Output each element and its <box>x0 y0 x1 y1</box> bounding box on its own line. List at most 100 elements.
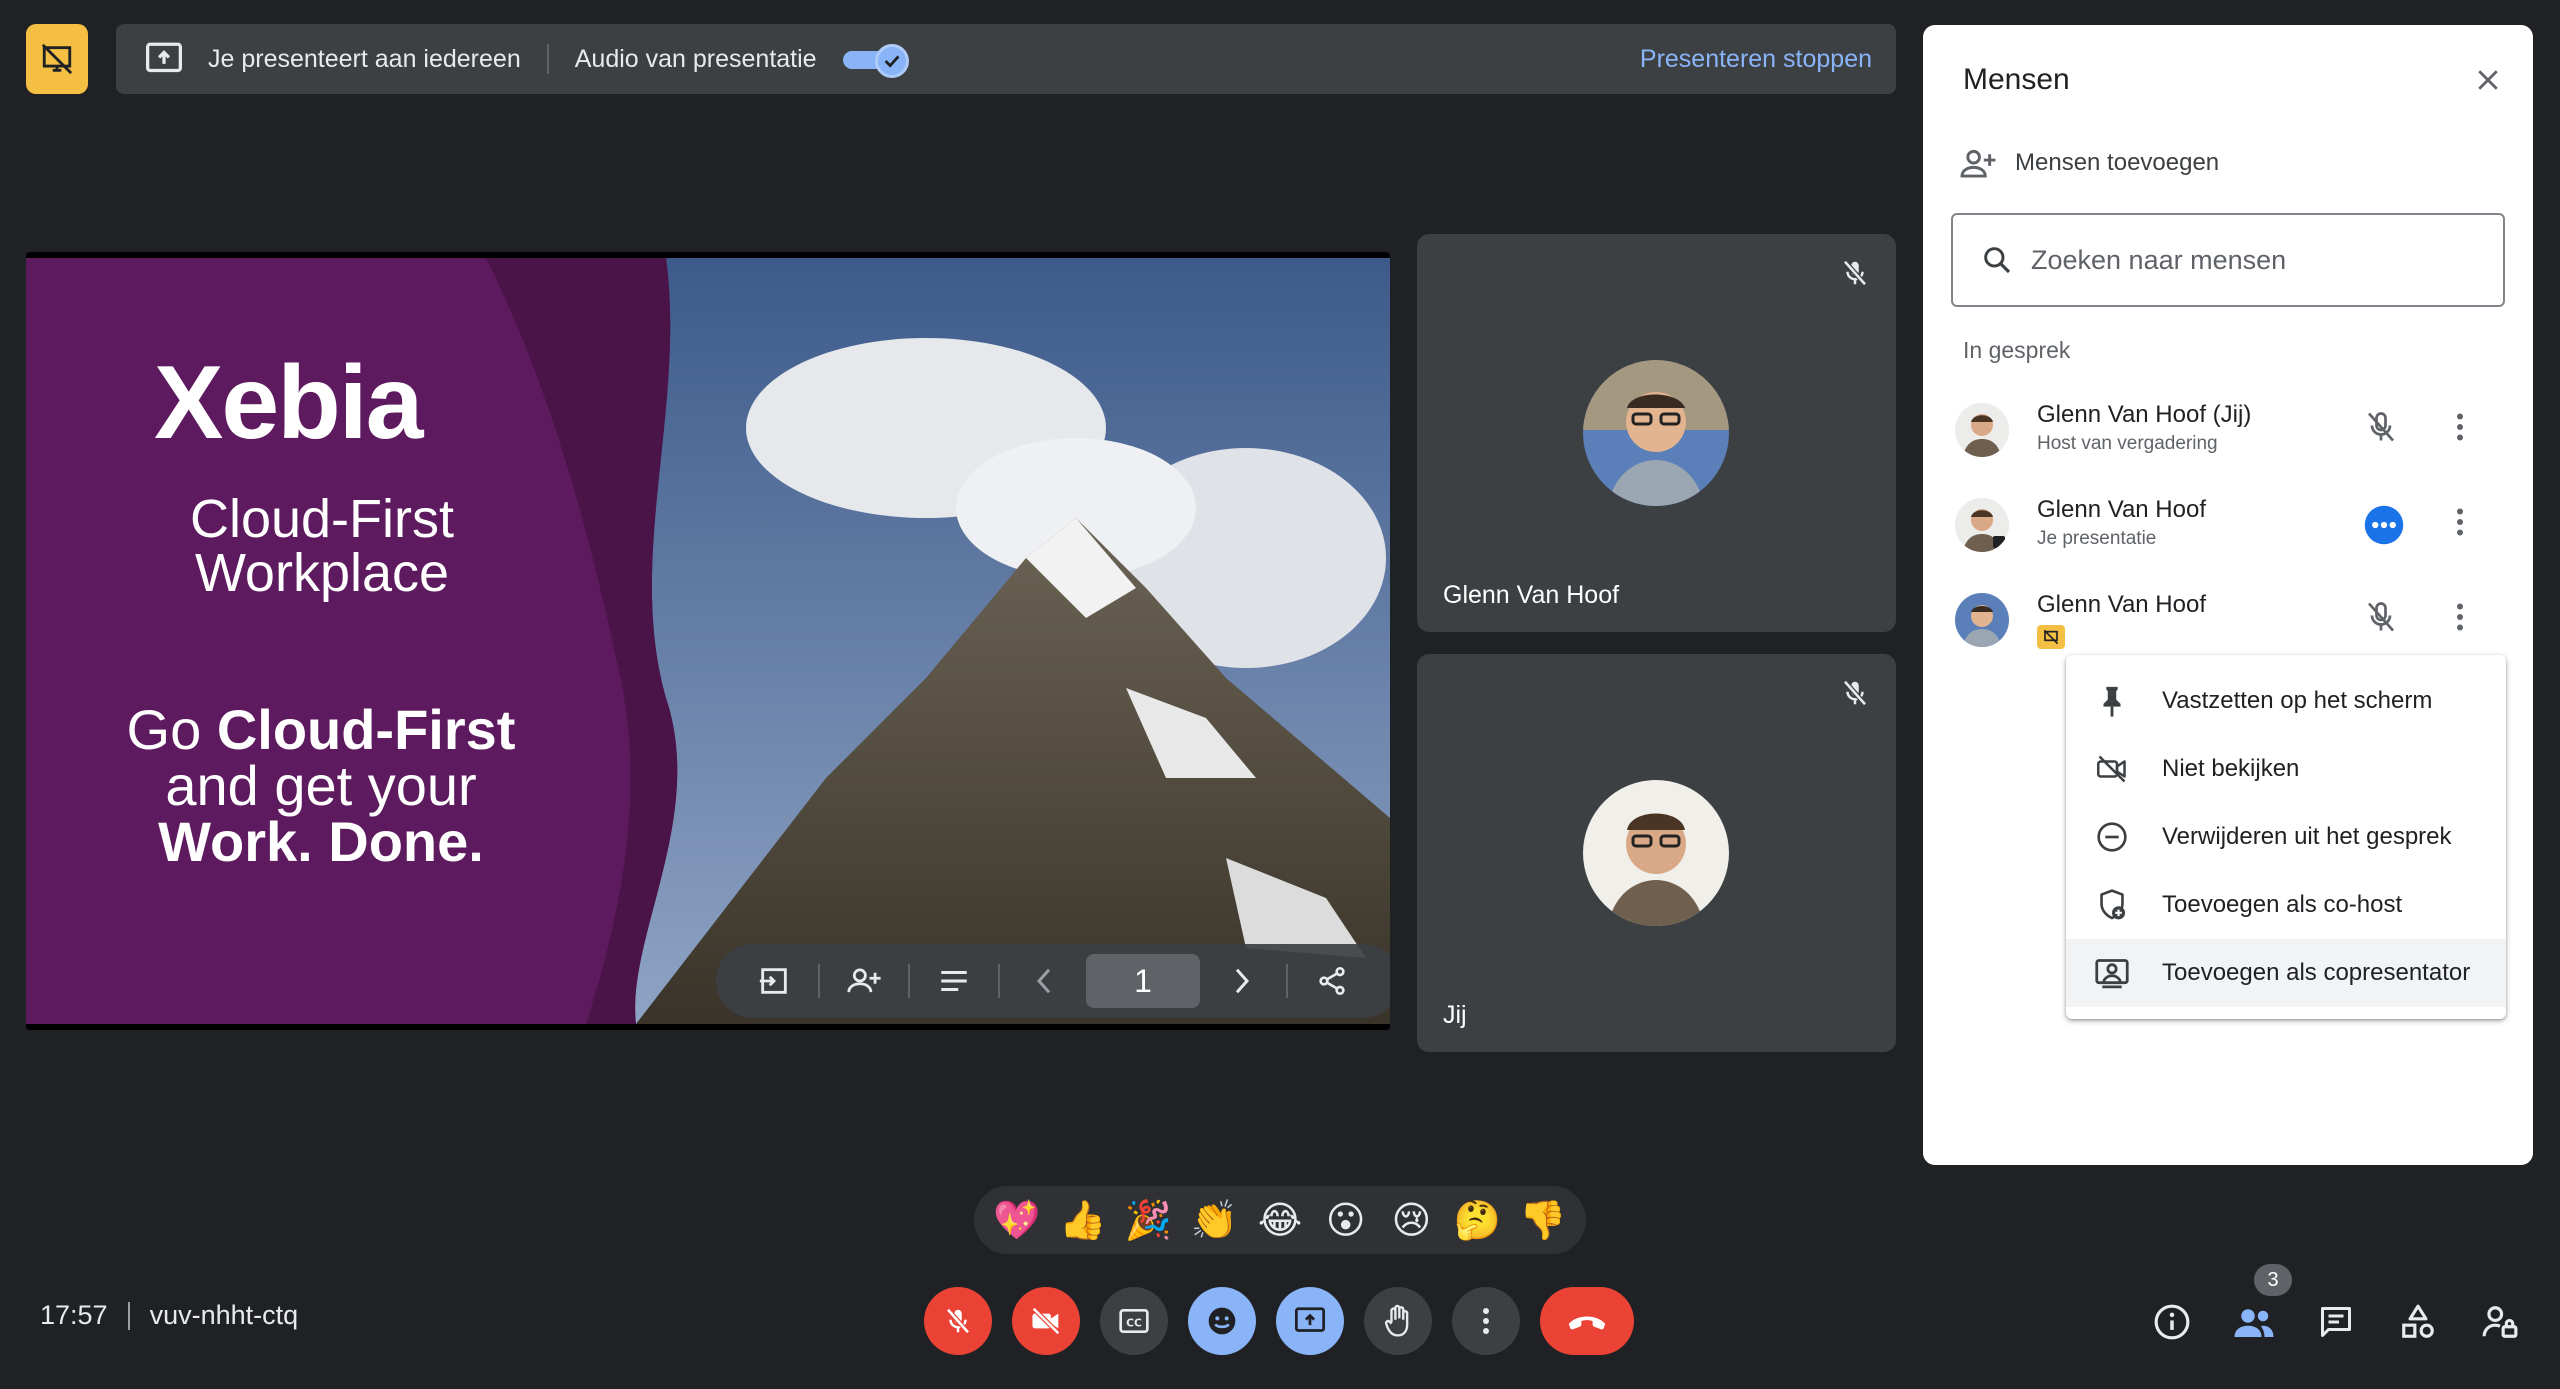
lock-person-icon <box>2482 1306 2518 1338</box>
participant-context-menu: Vastzetten op het scherm Niet bekijken V… <box>2066 655 2506 1019</box>
participant-mute-button[interactable] <box>2363 599 2399 635</box>
leave-call-button[interactable] <box>1540 1287 1634 1355</box>
audio-toggle[interactable] <box>842 44 909 78</box>
next-slide-button[interactable] <box>1206 951 1278 1011</box>
present-now-button[interactable] <box>1276 1287 1344 1355</box>
hang-up-icon <box>1568 1316 1606 1330</box>
check-icon <box>884 55 900 68</box>
shapes-icon <box>2402 1304 2434 1338</box>
avatar <box>1955 403 2009 457</box>
participant-row[interactable]: Glenn Van Hoof Je presentatie <box>1955 490 2515 570</box>
menu-item-remove[interactable]: Verwijderen uit het gesprek <box>2066 803 2506 871</box>
participant-row[interactable]: Glenn Van Hoof (Jij) Host van vergaderin… <box>1955 395 2515 475</box>
exit-slideshow-button[interactable] <box>738 951 810 1011</box>
reaction-thumbs-down[interactable]: 👎 <box>1516 1198 1570 1243</box>
chat-button[interactable] <box>2308 1294 2364 1350</box>
participant-row[interactable]: Glenn Van Hoof <box>1955 585 2515 665</box>
stop-presenting-button[interactable]: Presenteren stoppen <box>1640 45 1872 74</box>
reaction-laughing[interactable]: 😂 <box>1253 1198 1307 1242</box>
tagline-line-1: Go Cloud-First <box>66 702 576 758</box>
avatar-photo <box>1955 498 2009 552</box>
participant-name: Glenn Van Hoof (Jij) <box>2037 401 2252 428</box>
participant-more-button[interactable] <box>2455 599 2465 635</box>
activities-button[interactable] <box>2390 1294 2446 1350</box>
toolbar-divider <box>818 964 820 998</box>
copresenter-icon <box>2092 957 2132 989</box>
participant-mute-button[interactable] <box>2363 409 2399 445</box>
menu-item-label: Toevoegen als copresentator <box>2162 959 2471 986</box>
present-screen-icon <box>1295 1307 1325 1332</box>
tile-name: Jij <box>1443 1001 1467 1029</box>
chat-icon <box>2321 1307 2351 1337</box>
participant-more-button[interactable] <box>2455 504 2465 540</box>
menu-item-add-cohost[interactable]: Toevoegen als co-host <box>2066 871 2506 939</box>
search-people-field[interactable] <box>1951 213 2505 307</box>
speaking-dots-icon <box>2364 505 2404 545</box>
mic-off-icon <box>2367 602 2395 632</box>
toolbar-divider <box>1286 964 1288 998</box>
present-screen-icon <box>146 42 182 73</box>
info-icon <box>2154 1304 2190 1340</box>
reaction-thinking[interactable]: 🤔 <box>1450 1198 1504 1243</box>
reaction-surprised[interactable]: 😮 <box>1319 1198 1373 1242</box>
audio-label: Audio van presentatie <box>574 44 817 73</box>
people-count-badge: 3 <box>2254 1264 2292 1296</box>
share-button[interactable] <box>1296 951 1368 1011</box>
menu-item-pin[interactable]: Vastzetten op het scherm <box>2066 667 2506 735</box>
camera-toggle-button[interactable] <box>1012 1287 1080 1355</box>
avatar <box>1955 498 2009 552</box>
presenting-status-text: Je presenteert aan iedereen <box>208 44 521 73</box>
more-vertical-icon <box>2457 603 2463 631</box>
avatar <box>1583 360 1729 506</box>
presenting-badge <box>26 24 88 94</box>
more-vertical-icon <box>1483 1308 1489 1334</box>
mic-off-icon <box>1843 260 1867 286</box>
menu-item-label: Niet bekijken <box>2162 755 2300 782</box>
pin-icon <box>2092 684 2132 718</box>
participant-name: Glenn Van Hoof <box>2037 591 2206 618</box>
closed-captions-icon: CC <box>1119 1309 1149 1333</box>
menu-item-label: Verwijderen uit het gesprek <box>2162 823 2452 850</box>
search-people-input[interactable] <box>2031 244 2491 276</box>
svg-text:CC: CC <box>1126 1316 1142 1329</box>
reaction-sparkling-heart[interactable]: 💖 <box>990 1198 1044 1243</box>
toolbar-divider <box>998 964 1000 998</box>
speaker-notes-button[interactable] <box>918 951 990 1011</box>
notes-icon <box>941 970 967 992</box>
audience-tools-button[interactable] <box>828 951 900 1011</box>
host-controls-button[interactable] <box>2472 1294 2528 1350</box>
captions-button[interactable]: CC <box>1100 1287 1168 1355</box>
avatar-photo <box>1583 360 1729 506</box>
participant-tile-self[interactable]: Jij <box>1417 654 1896 1052</box>
tile-name: Glenn Van Hoof <box>1443 581 1620 609</box>
participant-role: Host van vergadering <box>2037 433 2218 454</box>
previous-slide-button[interactable] <box>1008 951 1080 1011</box>
reaction-party-popper[interactable]: 🎉 <box>1121 1198 1175 1243</box>
reaction-clapping[interactable]: 👏 <box>1187 1198 1241 1243</box>
raise-hand-button[interactable] <box>1364 1287 1432 1355</box>
reactions-bar: 💖 👍 🎉 👏 😂 😮 😢 🤔 👎 <box>974 1186 1586 1254</box>
close-panel-button[interactable] <box>2473 65 2503 95</box>
add-people-button[interactable]: Mensen toevoegen <box>1959 147 2219 179</box>
exit-icon <box>759 968 787 994</box>
more-vertical-icon <box>2457 508 2463 536</box>
tagline-line-2: and get your <box>165 754 477 817</box>
microphone-toggle-button[interactable] <box>924 1287 992 1355</box>
menu-item-add-copresenter[interactable]: Toevoegen als copresentator <box>2066 939 2506 1007</box>
participant-more-button[interactable] <box>2455 409 2465 445</box>
tagline-line-3: Work. Done. <box>66 814 576 870</box>
people-button[interactable] <box>2226 1294 2282 1350</box>
presentation-off-icon <box>41 43 73 75</box>
reaction-thumbs-up[interactable]: 👍 <box>1056 1198 1110 1243</box>
person-add-icon <box>1960 149 1996 178</box>
slide-page-number[interactable]: 1 <box>1086 954 1200 1008</box>
more-options-button[interactable] <box>1452 1287 1520 1355</box>
meeting-details-button[interactable] <box>2144 1294 2200 1350</box>
menu-item-dont-watch[interactable]: Niet bekijken <box>2066 735 2506 803</box>
add-people-label: Mensen toevoegen <box>2015 149 2220 176</box>
tagline-cloud-first: Cloud-First <box>216 698 516 761</box>
participant-tile-glenn[interactable]: Glenn Van Hoof <box>1417 234 1896 632</box>
reaction-crying[interactable]: 😢 <box>1384 1198 1438 1242</box>
reactions-button[interactable] <box>1188 1287 1256 1355</box>
chevron-right-icon <box>1235 968 1250 994</box>
